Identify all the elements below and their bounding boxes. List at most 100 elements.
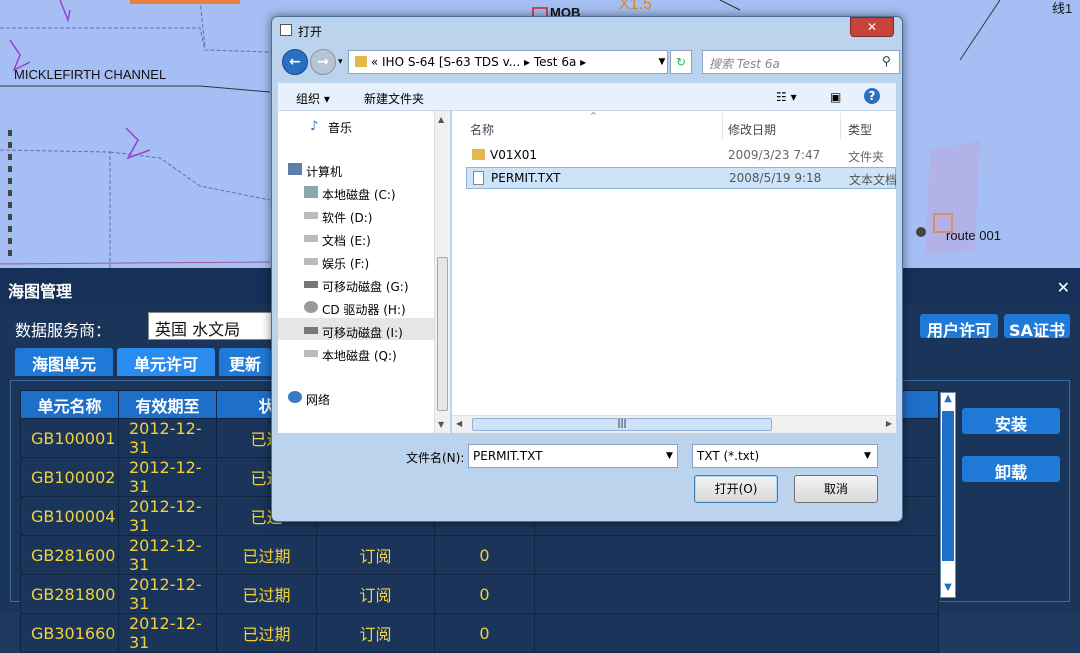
- filename-dropdown-icon[interactable]: ▼: [666, 444, 678, 468]
- scroll-thumb[interactable]: [942, 411, 954, 561]
- cell-subscription: 订阅: [316, 574, 435, 614]
- tab-updates[interactable]: 更新: [219, 348, 271, 376]
- scroll-up-arrow-icon[interactable]: ▲: [942, 393, 954, 408]
- breadcrumb-item[interactable]: IHO S-64 [S-63 TDS v...: [382, 55, 520, 69]
- dialog-navigation-bar: ← → ▾ « IHO S-64 [S-63 TDS v... ▸ Test 6…: [278, 45, 900, 79]
- nav-item-drive-c[interactable]: 本地磁盘 (C:): [304, 186, 396, 203]
- column-header-expiry[interactable]: 有效期至: [118, 390, 217, 419]
- nav-item-network[interactable]: 网络: [288, 391, 331, 408]
- filename-label: 文件名(N):: [406, 451, 465, 465]
- column-divider[interactable]: [840, 113, 841, 139]
- nav-item-drive-i-selected[interactable]: 可移动磁盘 (I:): [278, 318, 434, 340]
- column-header-type[interactable]: 类型: [848, 121, 872, 138]
- table-row[interactable]: GB281800 2012-12-31 已过期 订阅 0: [20, 574, 939, 614]
- drive-icon: [304, 235, 318, 242]
- nav-item-drive-g[interactable]: 可移动磁盘 (G:): [304, 278, 409, 295]
- scroll-thumb[interactable]: |||: [472, 418, 772, 431]
- address-prefix: «: [370, 55, 379, 69]
- nav-item-drive-e[interactable]: 文档 (E:): [304, 232, 371, 249]
- scroll-up-arrow-icon[interactable]: ▲: [438, 115, 444, 124]
- search-input[interactable]: 搜索 Test 6a: [702, 50, 900, 74]
- nav-item-drive-q[interactable]: 本地磁盘 (Q:): [304, 347, 397, 364]
- nav-item-music[interactable]: ♪ 音乐: [310, 119, 352, 136]
- scroll-left-arrow-icon[interactable]: ◀: [456, 419, 462, 428]
- nav-item-label: 本地磁盘 (C:): [322, 188, 396, 202]
- scroll-down-arrow-icon[interactable]: ▼: [438, 420, 444, 429]
- cell-extra: [534, 574, 939, 614]
- cell-name: GB281800: [20, 574, 119, 614]
- scroll-right-arrow-icon[interactable]: ▶: [886, 419, 892, 428]
- removable-drive-icon: [304, 327, 318, 334]
- cell-extra: [534, 613, 939, 653]
- cell-count: 0: [434, 574, 535, 614]
- back-arrow-icon[interactable]: ←: [282, 49, 308, 75]
- navigation-pane: ♪ 音乐 计算机 本地磁盘 (C:) 软件 (D:) 文档 (E:) 娱乐 (F:…: [278, 111, 436, 433]
- view-options-icon[interactable]: ☷ ▾: [776, 90, 797, 104]
- table-row[interactable]: GB281600 2012-12-31 已过期 订阅 0: [20, 535, 939, 575]
- file-row-selected[interactable]: PERMIT.TXT 2008/5/19 9:18 文本文档: [466, 167, 897, 189]
- cell-status: 已过期: [216, 613, 317, 653]
- channel-label: MICKLEFIRTH CHANNEL: [14, 67, 167, 82]
- open-button[interactable]: 打开(O): [694, 475, 778, 503]
- scroll-thumb[interactable]: [437, 257, 448, 411]
- tab-cell-permits[interactable]: 单元许可: [117, 348, 215, 376]
- dialog-close-button[interactable]: ✕: [850, 17, 894, 37]
- help-icon[interactable]: ?: [864, 88, 880, 104]
- column-divider[interactable]: [722, 113, 723, 139]
- cell-count: 0: [434, 613, 535, 653]
- organize-menu[interactable]: 组织 ▾: [296, 90, 330, 107]
- cell-expiry: 2012-12-31: [118, 496, 217, 536]
- cell-extra: [534, 535, 939, 575]
- filetype-dropdown-icon[interactable]: ▼: [864, 444, 876, 468]
- column-header-cell-name[interactable]: 单元名称: [20, 390, 119, 419]
- provider-select[interactable]: 英国 水文局: [148, 312, 278, 340]
- nav-item-label: 网络: [306, 393, 331, 407]
- file-row-folder[interactable]: V01X01 2009/3/23 7:47 文件夹: [466, 145, 896, 165]
- dialog-app-icon: [280, 24, 292, 36]
- new-folder-button[interactable]: 新建文件夹: [364, 90, 424, 107]
- file-date: 2008/5/19 9:18: [729, 171, 822, 185]
- nav-item-drive-f[interactable]: 娱乐 (F:): [304, 255, 370, 272]
- file-list-pane: 名称 ^ 修改日期 类型 V01X01 2009/3/23 7:47 文件夹 P…: [452, 111, 897, 433]
- file-list-horizontal-scrollbar[interactable]: ◀ ||| ▶: [452, 415, 896, 433]
- drive-icon: [304, 258, 318, 265]
- uninstall-button[interactable]: 卸载: [962, 456, 1060, 482]
- nav-item-label: 软件 (D:): [322, 211, 373, 225]
- preview-pane-icon[interactable]: ▣: [830, 90, 841, 104]
- forward-arrow-icon[interactable]: →: [310, 49, 336, 75]
- scroll-down-arrow-icon[interactable]: ▼: [942, 582, 954, 597]
- navigation-scrollbar[interactable]: ▲ ▼: [434, 111, 450, 433]
- panel-close-button[interactable]: ✕: [1057, 278, 1070, 297]
- refresh-icon[interactable]: ↻: [670, 50, 692, 74]
- user-license-button[interactable]: 用户许可: [920, 314, 998, 340]
- install-button[interactable]: 安装: [962, 408, 1060, 434]
- nav-item-computer[interactable]: 计算机: [288, 163, 342, 180]
- nav-item-label: 文档 (E:): [322, 234, 371, 248]
- nav-item-drive-d[interactable]: 软件 (D:): [304, 209, 373, 226]
- cancel-button[interactable]: 取消: [794, 475, 878, 503]
- file-name: V01X01: [490, 148, 537, 162]
- filename-input[interactable]: PERMIT.TXT: [468, 444, 678, 468]
- table-vertical-scrollbar[interactable]: ▲ ▼: [940, 392, 956, 598]
- table-row[interactable]: GB301660 2012-12-31 已过期 订阅 0: [20, 613, 939, 653]
- nav-item-drive-h[interactable]: CD 驱动器 (H:): [304, 301, 406, 318]
- nav-item-label: 娱乐 (F:): [322, 257, 370, 271]
- cell-status: 已过期: [216, 535, 317, 575]
- nav-item-label: 可移动磁盘 (I:): [322, 326, 403, 340]
- address-bar[interactable]: « IHO S-64 [S-63 TDS v... ▸ Test 6a ▸: [348, 50, 668, 74]
- sa-certificate-button[interactable]: SA证书: [1004, 314, 1070, 340]
- file-date: 2009/3/23 7:47: [728, 148, 821, 162]
- tab-chart-cells[interactable]: 海图单元: [15, 348, 113, 376]
- search-icon[interactable]: ⚲: [882, 54, 891, 68]
- breadcrumb-item[interactable]: Test 6a: [534, 55, 576, 69]
- history-chevron-down-icon[interactable]: ▾: [338, 57, 343, 67]
- cell-expiry: 2012-12-31: [118, 613, 217, 653]
- cell-name: GB100002: [20, 457, 119, 497]
- open-file-dialog: 打开 ✕ ← → ▾ « IHO S-64 [S-63 TDS v... ▸ T…: [271, 16, 903, 522]
- cell-subscription: 订阅: [316, 535, 435, 575]
- filetype-select[interactable]: TXT (*.txt): [692, 444, 878, 468]
- column-header-date[interactable]: 修改日期: [728, 121, 776, 138]
- column-header-name[interactable]: 名称: [470, 121, 494, 138]
- address-dropdown-icon[interactable]: ▼: [656, 50, 668, 74]
- breadcrumb-separator-icon: ▸: [580, 55, 587, 69]
